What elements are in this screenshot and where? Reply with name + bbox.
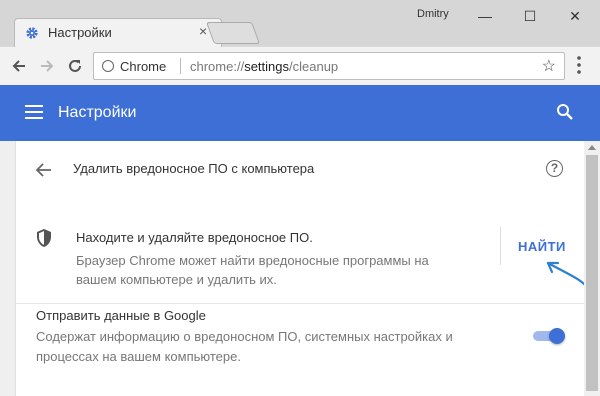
hamburger-menu-icon[interactable] xyxy=(25,105,43,119)
find-malware-row: Находите и удаляйте вредоносное ПО. Брау… xyxy=(16,201,588,301)
minimize-icon[interactable]: — xyxy=(465,4,505,28)
vertical-divider xyxy=(500,227,501,265)
profile-name[interactable]: Dmitry xyxy=(417,8,449,20)
settings-header: Настройки xyxy=(0,85,600,141)
omnibox-separator xyxy=(180,58,181,74)
new-tab-button[interactable] xyxy=(205,22,261,44)
find-malware-title: Находите и удаляйте вредоносное ПО. xyxy=(76,230,313,245)
back-arrow-icon[interactable] xyxy=(36,163,52,177)
search-icon[interactable] xyxy=(556,103,574,121)
address-bar[interactable]: Chrome chrome://settings/cleanup ☆ xyxy=(93,52,565,80)
toggle-knob xyxy=(549,328,565,344)
maximize-icon[interactable]: ☐ xyxy=(510,4,550,28)
cleanup-card: Удалить вредоносное ПО с компьютера ? На… xyxy=(16,141,588,396)
title-bar: Настройки × Dmitry — ☐ ✕ xyxy=(0,0,600,47)
close-icon[interactable]: ✕ xyxy=(555,4,595,28)
report-toggle[interactable] xyxy=(533,328,567,344)
report-title: Отправить данные в Google xyxy=(36,308,206,323)
forward-arrow-icon[interactable] xyxy=(38,57,56,75)
reload-icon[interactable] xyxy=(66,57,84,75)
find-malware-description: Браузер Chrome может найти вредоносные п… xyxy=(76,253,429,287)
browser-toolbar: Chrome chrome://settings/cleanup ☆ xyxy=(0,47,600,86)
chrome-icon xyxy=(102,60,114,72)
browser-window: Настройки × Dmitry — ☐ ✕ Chrome chrome:/… xyxy=(0,0,600,396)
report-description: Содержат информацию о вредоносном ПО, си… xyxy=(36,329,453,364)
site-chip-label: Chrome xyxy=(120,59,167,74)
settings-gear-icon xyxy=(26,27,38,39)
site-info-chip[interactable]: Chrome xyxy=(102,59,166,74)
tab-close-icon[interactable]: × xyxy=(199,23,207,39)
page-title: Удалить вредоносное ПО с компьютера xyxy=(73,161,315,176)
header-title: Настройки xyxy=(58,104,137,121)
help-icon[interactable]: ? xyxy=(546,160,563,177)
scroll-up-icon[interactable] xyxy=(588,145,596,150)
scroll-thumb[interactable] xyxy=(586,155,598,391)
url-text: chrome://settings/cleanup xyxy=(190,59,339,74)
tab-settings[interactable]: Настройки × xyxy=(14,18,222,47)
scrollbar[interactable] xyxy=(584,141,600,396)
tab-title: Настройки xyxy=(48,25,112,40)
browser-menu-icon[interactable] xyxy=(576,55,582,75)
back-arrow-icon[interactable] xyxy=(10,57,28,75)
shield-icon xyxy=(37,229,51,247)
section-divider xyxy=(16,303,584,304)
bookmark-star-icon[interactable]: ☆ xyxy=(542,56,556,76)
settings-content: Удалить вредоносное ПО с компьютера ? На… xyxy=(0,141,600,396)
